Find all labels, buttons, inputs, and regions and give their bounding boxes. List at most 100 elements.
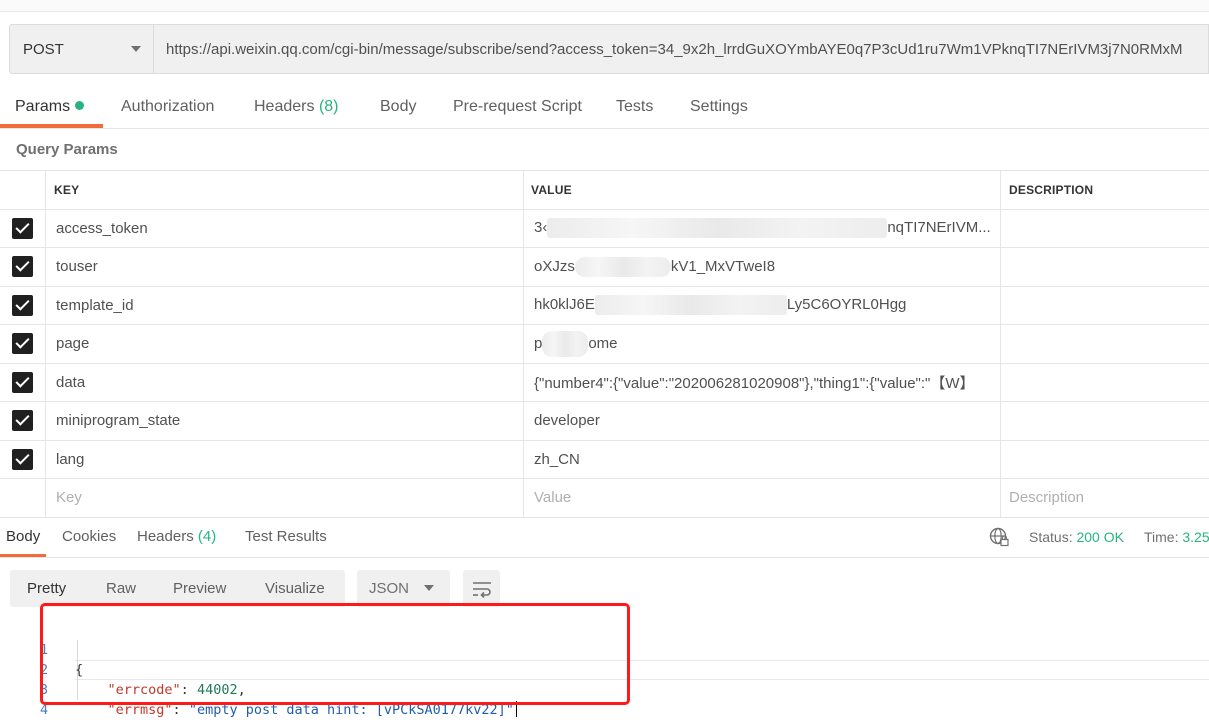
param-key[interactable]: miniprogram_state bbox=[46, 402, 524, 440]
response-tabs: Body Cookies Headers (4) Test Results St… bbox=[0, 518, 1209, 558]
param-description[interactable] bbox=[1001, 287, 1209, 325]
new-key-input[interactable]: Key bbox=[46, 479, 524, 517]
param-key-text: lang bbox=[56, 450, 85, 468]
redaction-blur bbox=[574, 256, 671, 277]
table-row: access_token 3‹ nqTI7NErIVM... bbox=[0, 209, 1209, 248]
param-value[interactable]: developer bbox=[524, 402, 1001, 440]
tab-response-headers[interactable]: Headers (4) bbox=[137, 528, 216, 545]
tab-headers-count: (8) bbox=[318, 98, 339, 115]
param-key-text: miniprogram_state bbox=[56, 412, 181, 430]
format-select[interactable]: JSON bbox=[357, 570, 450, 607]
table-row: miniprogram_state developer bbox=[0, 402, 1209, 441]
param-value-suffix: Ly5C6OYRL0Hgg bbox=[786, 296, 907, 314]
tab-prerequest-script[interactable]: Pre-request Script bbox=[453, 98, 582, 116]
param-value[interactable]: 3‹ nqTI7NErIVM... bbox=[524, 209, 1001, 247]
new-value-input[interactable]: Value bbox=[524, 479, 1001, 517]
time-value: 3.25 bbox=[1182, 529, 1209, 545]
tab-cookies[interactable]: Cookies bbox=[62, 528, 116, 545]
param-value-text: hk0klJ6E Ly5C6OYRL0Hgg bbox=[534, 295, 907, 316]
header-check-cell bbox=[0, 171, 46, 209]
method-label: POST bbox=[23, 40, 64, 58]
tab-settings[interactable]: Settings bbox=[690, 98, 748, 116]
param-value-suffix: kV1_MxVTweI8 bbox=[670, 257, 776, 275]
checkbox[interactable] bbox=[12, 410, 33, 432]
tab-body[interactable]: Body bbox=[380, 98, 416, 116]
view-mode-group: Pretty Raw Preview Visualize bbox=[10, 570, 345, 607]
table-row: lang zh_CN bbox=[0, 440, 1209, 479]
row-check-cell bbox=[0, 209, 46, 247]
top-strip bbox=[0, 0, 1209, 12]
row-check-cell bbox=[0, 402, 46, 440]
checkbox[interactable] bbox=[12, 217, 33, 239]
param-value[interactable]: {"number4":{"value":"202006281020908"},"… bbox=[524, 363, 1001, 401]
param-value[interactable]: p ome bbox=[524, 325, 1001, 363]
param-key[interactable]: data bbox=[46, 363, 524, 401]
tab-authorization[interactable]: Authorization bbox=[121, 98, 214, 116]
redaction-blur bbox=[594, 295, 787, 316]
param-key-text: access_token bbox=[56, 219, 148, 237]
time-label: Time: bbox=[1144, 529, 1179, 545]
tab-tests[interactable]: Tests bbox=[616, 98, 653, 116]
param-value-text: developer bbox=[534, 412, 600, 430]
tab-params[interactable]: Params bbox=[15, 98, 85, 116]
checkbox[interactable] bbox=[12, 256, 33, 278]
view-visualize-button[interactable]: Visualize bbox=[265, 580, 325, 597]
param-description[interactable] bbox=[1001, 210, 1209, 248]
param-description[interactable] bbox=[1001, 248, 1209, 286]
tab-test-results[interactable]: Test Results bbox=[245, 528, 327, 545]
param-description[interactable] bbox=[1001, 325, 1209, 363]
param-value-text: zh_CN bbox=[534, 450, 580, 468]
param-value[interactable]: hk0klJ6E Ly5C6OYRL0Hgg bbox=[524, 286, 1001, 324]
param-key-text: data bbox=[56, 373, 86, 391]
wrap-lines-button[interactable] bbox=[463, 570, 500, 607]
chevron-down-icon bbox=[131, 46, 141, 52]
param-value[interactable]: zh_CN bbox=[524, 440, 1001, 478]
format-label: JSON bbox=[369, 580, 410, 597]
method-select[interactable]: POST bbox=[9, 24, 153, 74]
tab-headers-label: Headers bbox=[254, 98, 315, 115]
view-raw-button[interactable]: Raw bbox=[106, 580, 136, 597]
param-description[interactable] bbox=[1001, 441, 1209, 479]
param-key[interactable]: template_id bbox=[46, 286, 524, 324]
url-text: https://api.weixin.qq.com/cgi-bin/messag… bbox=[166, 40, 1183, 58]
param-key[interactable]: access_token bbox=[46, 209, 524, 247]
request-tabs: Params Authorization Headers (8) Body Pr… bbox=[0, 88, 1209, 129]
active-tab-underline bbox=[0, 124, 103, 128]
globe-lock-icon[interactable] bbox=[989, 527, 1009, 547]
checkbox[interactable] bbox=[12, 448, 33, 470]
view-preview-button[interactable]: Preview bbox=[173, 580, 226, 597]
param-value-suffix: nqTI7NErIVM... bbox=[887, 219, 991, 237]
checkbox[interactable] bbox=[12, 294, 33, 316]
param-key-text: touser bbox=[56, 258, 98, 276]
tab-headers[interactable]: Headers (8) bbox=[254, 98, 339, 116]
active-response-tab-underline bbox=[0, 554, 46, 557]
param-value[interactable]: oXJzs kV1_MxVTweI8 bbox=[524, 248, 1001, 286]
tab-response-body[interactable]: Body bbox=[6, 528, 40, 545]
status-indicator[interactable]: Status: 200 OK bbox=[1029, 529, 1124, 545]
param-description[interactable] bbox=[1001, 364, 1209, 402]
param-key[interactable]: page bbox=[46, 325, 524, 363]
redaction-blur bbox=[542, 330, 589, 357]
param-key[interactable]: touser bbox=[46, 248, 524, 286]
table-header-row: KEY VALUE DESCRIPTION bbox=[0, 171, 1209, 210]
time-indicator[interactable]: Time: 3.25 bbox=[1144, 529, 1209, 545]
checkbox[interactable] bbox=[12, 333, 33, 355]
tab-response-headers-count: (4) bbox=[197, 528, 217, 545]
new-description-input[interactable]: Description bbox=[1001, 479, 1209, 517]
param-value-prefix: 3‹ bbox=[534, 219, 548, 237]
param-key-text: template_id bbox=[56, 296, 134, 314]
new-param-row: Key Value Description bbox=[0, 479, 1209, 518]
url-input[interactable]: https://api.weixin.qq.com/cgi-bin/messag… bbox=[153, 24, 1209, 74]
param-description[interactable] bbox=[1001, 402, 1209, 440]
checkbox[interactable] bbox=[12, 371, 33, 393]
row-check-cell bbox=[0, 325, 46, 363]
params-table: KEY VALUE DESCRIPTION access_token 3‹ nqT… bbox=[0, 170, 1209, 518]
view-pretty-button[interactable]: Pretty bbox=[27, 580, 66, 597]
param-value-text: p ome bbox=[534, 330, 618, 357]
param-value-prefix: p bbox=[534, 334, 543, 352]
highlight-annotation-box bbox=[40, 603, 630, 705]
param-value-text: 3‹ nqTI7NErIVM... bbox=[534, 218, 991, 239]
param-key[interactable]: lang bbox=[46, 440, 524, 478]
param-value-suffix: ome bbox=[588, 334, 618, 352]
status-label: Status: bbox=[1029, 529, 1073, 545]
